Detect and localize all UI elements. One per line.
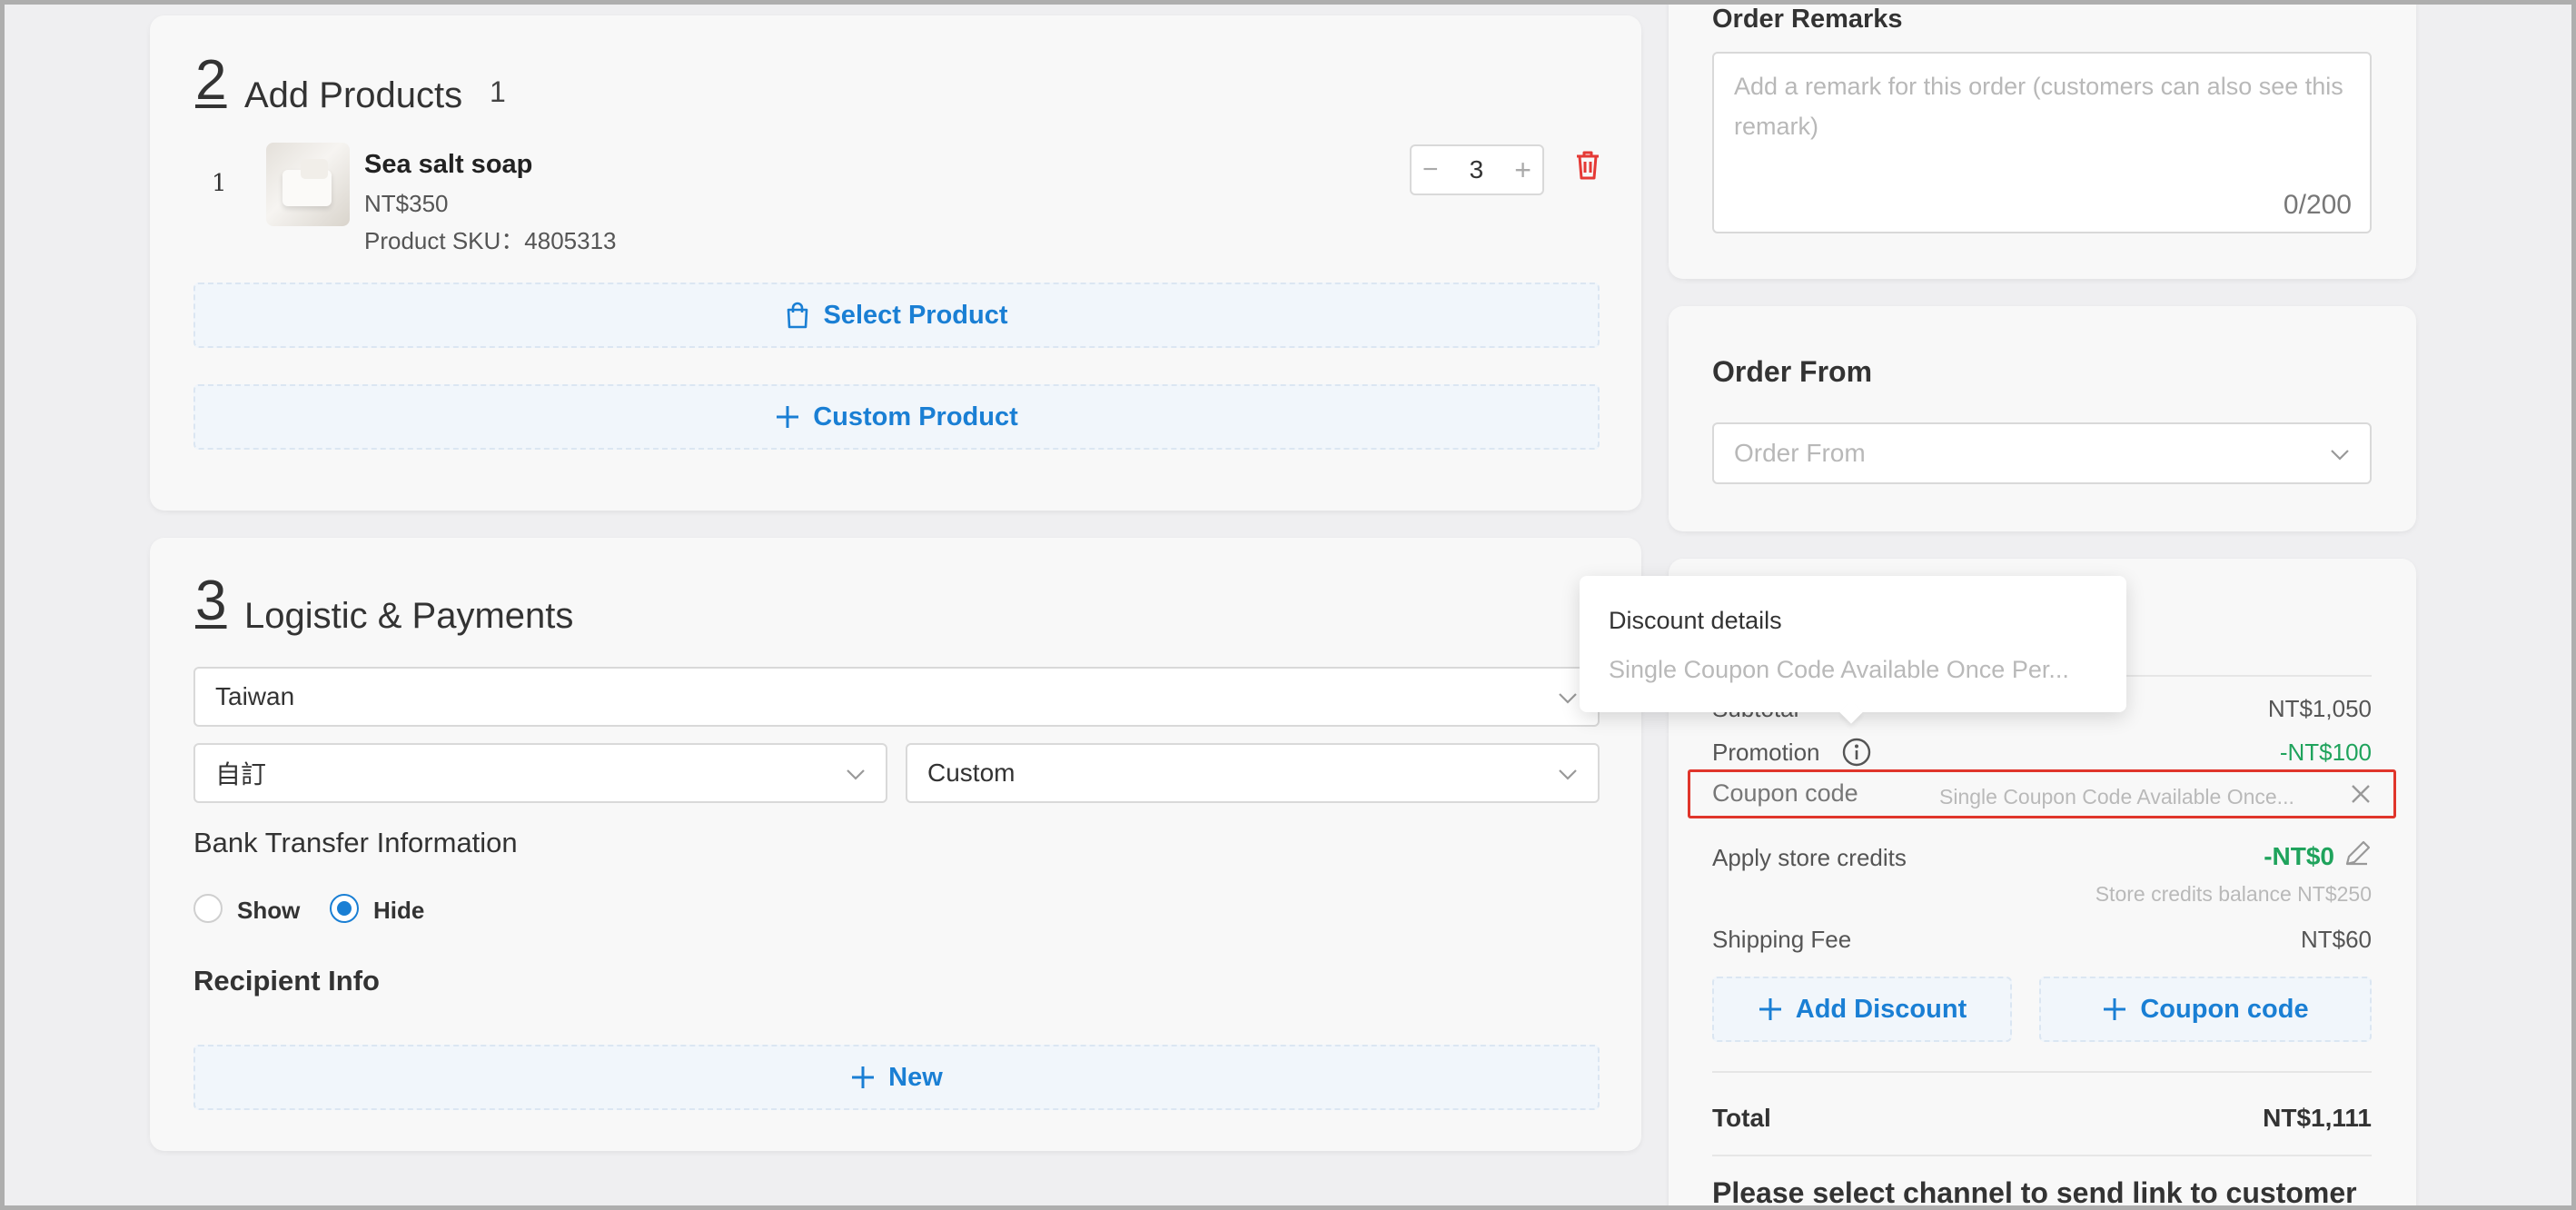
trash-icon[interactable]	[1574, 150, 1601, 181]
radio-hide-label[interactable]: Hide	[373, 897, 424, 925]
step-number: 3	[195, 570, 227, 632]
delivery-method-select[interactable]: 自訂	[193, 743, 887, 803]
coupon-code-row: Coupon code Single Coupon Code Available…	[1688, 769, 2396, 818]
total-label: Total	[1712, 1104, 1771, 1132]
order-from-title: Order From	[1712, 355, 1873, 388]
select-product-button[interactable]: Select Product	[193, 283, 1600, 348]
plus-icon	[2104, 998, 2126, 1020]
product-price: NT$350	[364, 190, 449, 217]
coupon-code-button-label: Coupon code	[2140, 994, 2309, 1024]
order-remarks-textarea[interactable]: Add a remark for this order (customers c…	[1712, 52, 2372, 233]
logistics-payments-card: 3 Logistic & Payments Taiwan 自訂 Custom B…	[150, 538, 1641, 1151]
chevron-down-icon	[1559, 693, 1577, 704]
step-number: 2	[195, 49, 227, 112]
order-page: 2 Add Products 1 1 Sea salt soap NT$350 …	[5, 5, 2571, 1205]
recipient-info-title: Recipient Info	[193, 965, 380, 997]
quantity-value[interactable]: 3	[1470, 155, 1484, 184]
tooltip-title: Discount details	[1609, 607, 1782, 634]
coupon-code-text: Single Coupon Code Available Once...	[1939, 785, 2294, 808]
store-credits-label: Apply store credits	[1712, 844, 1907, 871]
chevron-down-icon	[1559, 769, 1577, 780]
remarks-placeholder: Add a remark for this order (customers c…	[1734, 73, 2343, 140]
divider	[1712, 1071, 2372, 1073]
tooltip-text: Single Coupon Code Available Once Per...	[1609, 656, 2069, 683]
order-remarks-title: Order Remarks	[1712, 5, 1903, 34]
divider	[1712, 1155, 2372, 1156]
add-products-card: 2 Add Products 1 1 Sea salt soap NT$350 …	[150, 15, 1641, 511]
product-sku: Product SKU：4805313	[364, 227, 617, 254]
payment-value: Custom	[927, 759, 1016, 787]
new-recipient-label: New	[888, 1062, 943, 1092]
chevron-down-icon	[847, 769, 865, 780]
plus-icon	[777, 406, 799, 428]
bank-transfer-title: Bank Transfer Information	[193, 827, 518, 858]
quantity-stepper: − 3 +	[1410, 144, 1544, 195]
shipping-fee-value: NT$60	[2300, 926, 2372, 953]
promotion-label: Promotion	[1712, 739, 1820, 766]
section-title: Logistic & Payments	[244, 596, 574, 636]
order-from-card: Order From Order From	[1669, 306, 2416, 531]
product-count: 1	[490, 75, 506, 108]
store-credits-value: -NT$0	[2264, 842, 2334, 871]
new-recipient-button[interactable]: New	[193, 1045, 1600, 1110]
promotion-value: -NT$100	[2279, 739, 2372, 766]
subtotal-value: NT$1,050	[2267, 695, 2372, 722]
radio-hide[interactable]	[330, 894, 359, 923]
radio-show[interactable]	[193, 894, 223, 923]
plus-icon	[852, 1066, 875, 1088]
discount-details-tooltip: Discount details Single Coupon Code Avai…	[1580, 576, 2126, 724]
store-credits-balance: Store credits balance NT$250	[2095, 882, 2372, 906]
pencil-icon[interactable]	[2342, 838, 2373, 869]
total-value: NT$1,111	[2263, 1104, 2372, 1132]
remarks-char-counter: 0/200	[2283, 190, 2352, 220]
radio-show-label[interactable]: Show	[237, 897, 300, 925]
section-title: Add Products	[244, 75, 463, 115]
send-link-title: Please select channel to send link to cu…	[1712, 1176, 2357, 1205]
close-icon[interactable]	[2350, 783, 2372, 805]
country-value: Taiwan	[215, 682, 295, 710]
add-discount-button[interactable]: Add Discount	[1712, 977, 2012, 1042]
delivery-value: 自訂	[215, 760, 267, 788]
order-from-placeholder: Order From	[1734, 439, 1866, 467]
order-remarks-card: Order Remarks Add a remark for this orde…	[1669, 5, 2416, 279]
quantity-plus-button[interactable]: +	[1514, 154, 1531, 187]
shopping-bag-icon	[788, 302, 808, 329]
country-select[interactable]: Taiwan	[193, 667, 1600, 727]
plus-icon	[1759, 998, 1781, 1020]
chevron-down-icon	[2331, 450, 2349, 461]
add-discount-label: Add Discount	[1795, 994, 1967, 1024]
custom-product-button[interactable]: Custom Product	[193, 384, 1600, 450]
product-thumbnail	[266, 143, 350, 226]
product-index: 1	[212, 170, 227, 197]
coupon-code-label: Coupon code	[1712, 779, 1858, 807]
order-from-select[interactable]: Order From	[1712, 422, 2372, 484]
payment-method-select[interactable]: Custom	[906, 743, 1600, 803]
quantity-minus-button[interactable]: −	[1422, 154, 1439, 185]
product-name[interactable]: Sea salt soap	[364, 150, 532, 180]
custom-product-label: Custom Product	[813, 402, 1018, 431]
store-credits-amount: -NT$0	[2264, 842, 2334, 870]
coupon-code-button[interactable]: Coupon code	[2039, 977, 2372, 1042]
select-product-label: Select Product	[823, 300, 1008, 330]
info-icon[interactable]	[1841, 737, 1872, 768]
shipping-fee-label: Shipping Fee	[1712, 926, 1852, 953]
